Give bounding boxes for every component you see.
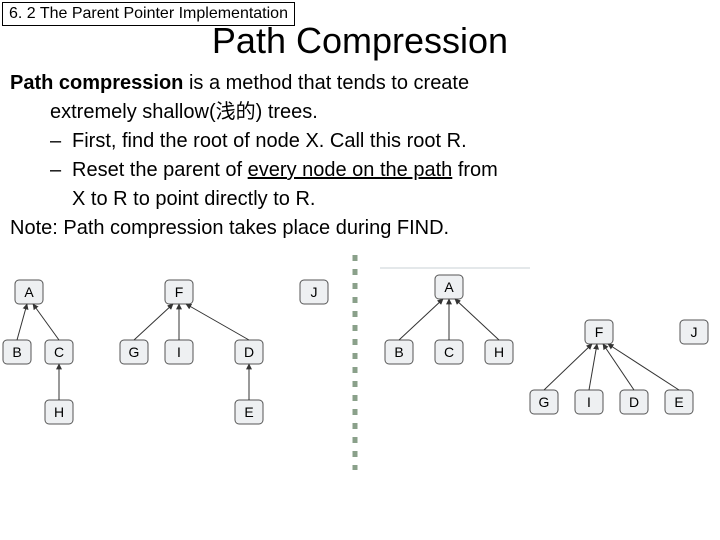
- svg-text:F: F: [175, 284, 184, 300]
- right-tree-f: F G I D E: [530, 320, 693, 414]
- svg-text:J: J: [311, 284, 318, 300]
- right-tree-j: J: [680, 320, 708, 344]
- svg-text:F: F: [595, 324, 604, 340]
- svg-text:C: C: [54, 344, 64, 360]
- left-tree-f: F G I D E: [120, 280, 263, 424]
- svg-text:H: H: [54, 404, 64, 420]
- diagram-area: A B C H F G I D E J A B: [0, 250, 720, 480]
- svg-text:A: A: [24, 284, 34, 300]
- svg-text:H: H: [494, 344, 504, 360]
- svg-text:I: I: [177, 344, 181, 360]
- svg-text:G: G: [539, 394, 550, 410]
- svg-text:C: C: [444, 344, 454, 360]
- svg-text:B: B: [12, 344, 21, 360]
- left-tree-a: A B C H: [3, 280, 73, 424]
- svg-text:I: I: [587, 394, 591, 410]
- svg-text:G: G: [129, 344, 140, 360]
- left-tree-j: J: [300, 280, 328, 304]
- svg-text:E: E: [674, 394, 683, 410]
- svg-text:B: B: [394, 344, 403, 360]
- svg-text:A: A: [444, 279, 454, 295]
- svg-text:J: J: [691, 324, 698, 340]
- page-title: Path Compression: [0, 20, 720, 62]
- svg-text:D: D: [244, 344, 254, 360]
- svg-text:E: E: [244, 404, 253, 420]
- svg-text:D: D: [629, 394, 639, 410]
- body-text: Path compression is a method that tends …: [0, 70, 720, 242]
- term-bold: Path compression: [10, 72, 183, 94]
- tree-diagrams: A B C H F G I D E J A B: [0, 250, 720, 480]
- right-tree-a: A B C H: [385, 275, 513, 364]
